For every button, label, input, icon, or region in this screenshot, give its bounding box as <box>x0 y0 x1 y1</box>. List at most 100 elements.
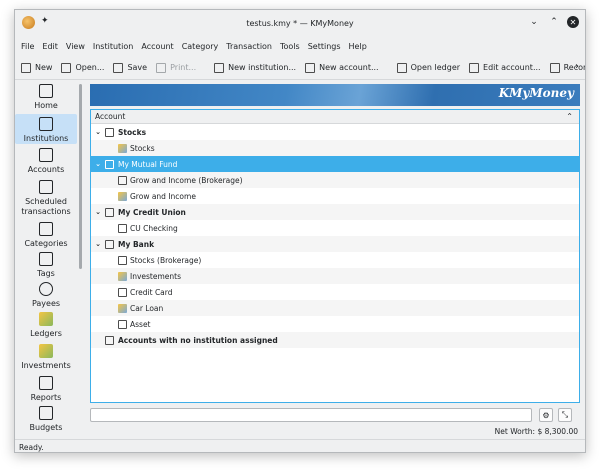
menu-account[interactable]: Account <box>141 42 173 51</box>
open-ledger-button[interactable]: Open ledger <box>396 62 460 73</box>
tree-row-account[interactable]: Asset <box>91 316 579 332</box>
column-header-account[interactable]: Account ⌃ <box>91 110 579 124</box>
calendar-icon <box>39 180 53 194</box>
collapse-icon: ⤡ <box>561 410 569 419</box>
brokerage-account-icon <box>118 255 127 265</box>
gear-icon: ⚙ <box>542 410 550 420</box>
new-button[interactable]: New <box>21 62 52 73</box>
nav-reports[interactable]: Reports <box>15 376 77 403</box>
ledger-icon <box>39 312 53 326</box>
chevron-up-icon[interactable]: ⌃ <box>566 112 573 121</box>
collapse-icon[interactable]: ⌄ <box>94 240 102 248</box>
menu-file[interactable]: File <box>21 42 34 51</box>
investment-account-icon <box>118 143 127 153</box>
nav-categories[interactable]: Categories <box>15 222 77 249</box>
institution-icon <box>105 127 114 137</box>
investment-account-icon <box>118 191 127 201</box>
account-icon <box>305 62 316 73</box>
tree-row-institution[interactable]: ⌄ My Credit Union <box>91 204 579 220</box>
checking-account-icon <box>118 223 127 233</box>
collapse-all-button[interactable]: ⤡ <box>558 408 572 422</box>
accounts-icon <box>39 148 53 162</box>
tree-row-institution[interactable]: ⌄ Stocks <box>91 124 579 140</box>
menu-help[interactable]: Help <box>349 42 367 51</box>
institution-icon <box>105 207 114 217</box>
menu-category[interactable]: Category <box>182 42 219 51</box>
reconcile-button[interactable]: Reconcile... <box>549 62 585 73</box>
institutions-tree: Account ⌃ ⌄ Stocks Stocks ⌄ My Mutual Fu… <box>90 109 580 403</box>
menu-edit[interactable]: Edit <box>42 42 58 51</box>
new-account-button[interactable]: New account... <box>305 62 379 73</box>
printer-icon <box>156 62 167 73</box>
nav-home[interactable]: Home <box>15 84 77 111</box>
institution-icon <box>105 239 114 249</box>
investments-icon <box>39 344 53 358</box>
tree-row-account[interactable]: Stocks (Brokerage) <box>91 252 579 268</box>
loan-account-icon <box>118 303 127 313</box>
asset-account-icon <box>118 319 127 329</box>
tree-row-institution[interactable]: Accounts with no institution assigned <box>91 332 579 348</box>
tree-row-account[interactable]: CU Checking <box>91 220 579 236</box>
tree-row-account[interactable]: Grow and Income <box>91 188 579 204</box>
tree-row-institution[interactable]: ⌄ My Mutual Fund <box>91 156 579 172</box>
filter-input[interactable] <box>90 408 532 422</box>
nav-scheduled-transactions[interactable]: Scheduled transactions <box>15 180 77 217</box>
home-icon <box>39 84 53 98</box>
institutions-view: KMyMoney Account ⌃ ⌄ Stocks Stocks ⌄ My … <box>90 84 580 436</box>
nav-accounts[interactable]: Accounts <box>15 148 77 175</box>
new-file-icon <box>21 62 31 73</box>
menu-settings[interactable]: Settings <box>308 42 341 51</box>
pin-icon[interactable]: ✦ <box>41 16 49 26</box>
nav-investments[interactable]: Investments <box>15 344 77 371</box>
close-icon[interactable]: ✕ <box>567 16 579 28</box>
kmymoney-app-icon[interactable] <box>22 16 35 29</box>
sidebar-scrollbar[interactable] <box>79 84 82 269</box>
nav-institutions[interactable]: Institutions <box>15 114 77 144</box>
print-button[interactable]: Print... <box>156 62 196 73</box>
title-bar: ✦ testus.kmy * — KMyMoney ⌄ ⌃ ✕ <box>15 10 585 36</box>
payees-icon <box>39 282 53 296</box>
reconcile-icon <box>549 62 560 73</box>
search-options-button[interactable]: ⚙ <box>539 408 553 422</box>
categories-icon <box>39 222 53 236</box>
menu-tools[interactable]: Tools <box>280 42 300 51</box>
tree-row-account[interactable]: Investements <box>91 268 579 284</box>
collapse-icon[interactable]: ⌄ <box>94 128 102 136</box>
collapse-icon[interactable]: ⌄ <box>94 160 102 168</box>
new-institution-button[interactable]: New institution... <box>214 62 296 73</box>
menu-institution[interactable]: Institution <box>93 42 134 51</box>
minimize-icon[interactable]: ⌄ <box>527 15 541 29</box>
toolbar-overflow-icon[interactable]: › <box>575 61 579 72</box>
credit-card-icon <box>118 287 127 297</box>
tree-row-account[interactable]: Grow and Income (Brokerage) <box>91 172 579 188</box>
nav-payees[interactable]: Payees <box>15 282 77 309</box>
tree-row-account[interactable]: Stocks <box>91 140 579 156</box>
open-button[interactable]: Open... <box>61 62 104 73</box>
tree-row-account[interactable]: Car Loan <box>91 300 579 316</box>
investment-account-icon <box>118 271 127 281</box>
menu-transaction[interactable]: Transaction <box>226 42 272 51</box>
tree-row-account[interactable]: Credit Card <box>91 284 579 300</box>
collapse-icon[interactable]: ⌄ <box>94 208 102 216</box>
nav-tags[interactable]: Tags <box>15 252 77 279</box>
brokerage-account-icon <box>118 175 127 185</box>
edit-account-icon <box>469 62 480 73</box>
institution-icon <box>105 335 114 345</box>
navigation-sidebar: Home Institutions Accounts Scheduled tra… <box>15 80 83 436</box>
window-title: testus.kmy * — KMyMoney <box>246 18 354 28</box>
edit-account-button[interactable]: Edit account... <box>469 62 541 73</box>
maximize-icon[interactable]: ⌃ <box>547 15 561 29</box>
net-worth-label: Net Worth: $ 8,300.00 <box>494 427 578 436</box>
status-text: Ready. <box>19 442 44 452</box>
nav-budgets[interactable]: Budgets <box>15 406 77 433</box>
save-icon <box>113 62 124 73</box>
menu-view[interactable]: View <box>66 42 85 51</box>
folder-icon <box>61 62 72 73</box>
tree-row-institution[interactable]: ⌄ My Bank <box>91 236 579 252</box>
main-toolbar: New Open... Save Print... New institutio… <box>15 56 585 80</box>
save-button[interactable]: Save <box>113 62 147 73</box>
tag-icon <box>39 252 53 266</box>
status-bar: Ready. <box>15 439 585 452</box>
nav-ledgers[interactable]: Ledgers <box>15 312 77 339</box>
brand-logo: KMyMoney <box>498 86 574 100</box>
